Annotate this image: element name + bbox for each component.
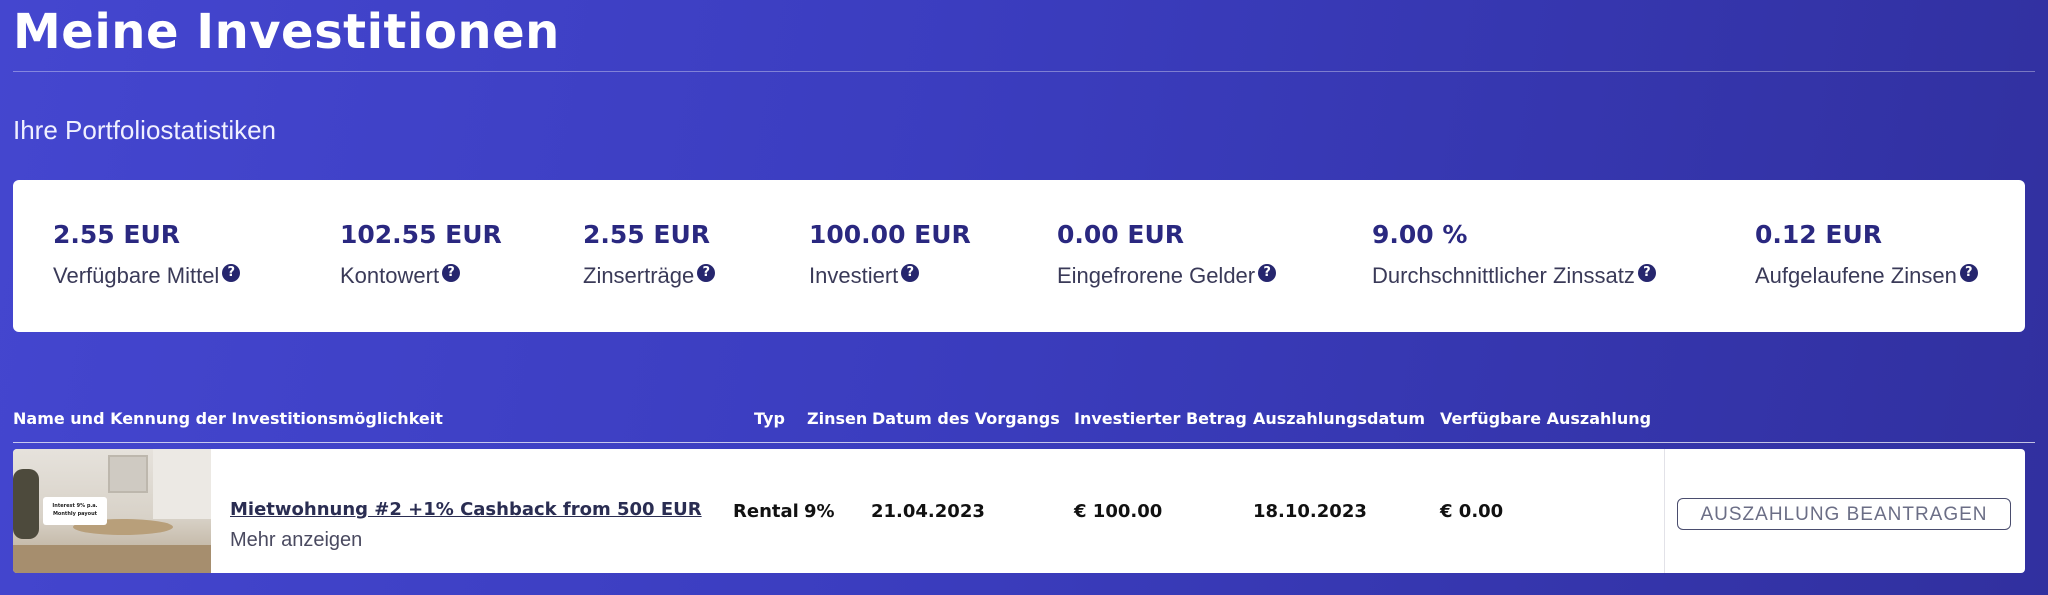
column-header-transaction-date: Datum des Vorgangs [872,409,1060,428]
help-icon[interactable]: ? [222,264,241,282]
title-divider [13,71,2035,72]
stat-account-value: 102.55 EUR Kontowert? [340,220,502,289]
investment-name-link[interactable]: Mietwohnung #2 +1% Cashback from 500 EUR [230,499,702,520]
stat-invested: 100.00 EUR Investiert? [809,220,971,289]
help-icon[interactable]: ? [1258,264,1277,282]
invested-amount-cell: € 100.00 [1074,501,1163,522]
stat-label: Aufgelaufene Zinsen [1755,263,1957,288]
stat-label: Zinserträge [583,263,695,288]
stat-frozen-funds: 0.00 EUR Eingefrorene Gelder? [1057,220,1277,289]
portfolio-stats-card: 2.55 EUR Verfügbare Mittel? 102.55 EUR K… [13,180,2025,332]
stat-interest-income: 2.55 EUR Zinserträge? [583,220,716,289]
stat-label: Eingefrorene Gelder [1057,263,1256,288]
table-row: Interest 9% p.a. Monthly payout Mietwohn… [13,449,2025,573]
show-more-link[interactable]: Mehr anzeigen [230,529,362,552]
available-payout-cell: € 0.00 [1440,501,1504,522]
stat-value: 9.00 % [1372,220,1468,249]
stat-label: Kontowert [340,263,440,288]
transaction-date-cell: 21.04.2023 [871,501,985,522]
help-icon[interactable]: ? [442,264,461,282]
column-header-invested-amount: Investierter Betrag [1074,409,1247,428]
column-header-type: Typ [754,409,785,428]
request-payout-button[interactable]: AUSZAHLUNG BEANTRAGEN [1677,498,2011,530]
help-icon[interactable]: ? [1959,264,1978,282]
type-cell: Rental [733,501,799,522]
help-icon[interactable]: ? [697,264,716,282]
column-header-name: Name und Kennung der Investitionsmöglich… [13,409,443,428]
table-header-divider [13,442,2035,443]
column-header-interest: Zinsen [807,409,868,428]
investments-table-header: Name und Kennung der Investitionsmöglich… [13,409,2025,429]
stat-value: 100.00 EUR [809,220,971,249]
thumbnail-badge: Interest 9% p.a. Monthly payout [43,497,107,525]
stat-label: Durchschnittlicher Zinssatz [1372,263,1635,288]
stat-label: Verfügbare Mittel [53,263,220,288]
help-icon[interactable]: ? [901,264,920,282]
stat-accrued-interest: 0.12 EUR Aufgelaufene Zinsen? [1755,220,1978,289]
interest-cell: 9% [804,501,835,522]
portfolio-stats-heading: Ihre Portfoliostatistiken [13,115,277,145]
payout-date-cell: 18.10.2023 [1253,501,1367,522]
column-header-available-payout: Verfügbare Auszahlung [1440,409,1652,428]
stat-value: 2.55 EUR [53,220,181,249]
row-divider [1664,449,1665,573]
help-icon[interactable]: ? [1637,264,1656,282]
page-title: Meine Investitionen [13,4,560,60]
stat-available-funds: 2.55 EUR Verfügbare Mittel? [53,220,241,289]
stat-label: Investiert [809,263,899,288]
stat-value: 0.12 EUR [1755,220,1883,249]
stat-value: 2.55 EUR [583,220,711,249]
stat-average-interest-rate: 9.00 % Durchschnittlicher Zinssatz? [1372,220,1656,289]
column-header-payout-date: Auszahlungsdatum [1253,409,1425,428]
property-thumbnail[interactable]: Interest 9% p.a. Monthly payout [13,449,211,573]
stat-value: 0.00 EUR [1057,220,1185,249]
stat-value: 102.55 EUR [340,220,502,249]
